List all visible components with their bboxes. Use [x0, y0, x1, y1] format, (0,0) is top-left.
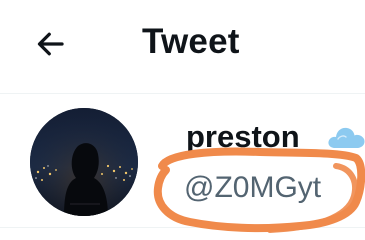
display-name[interactable]: preston — [186, 118, 300, 156]
page-title: Tweet — [142, 22, 240, 61]
avatar[interactable] — [30, 108, 138, 216]
tweet-author-row: preston @Z0MGyt — [0, 94, 365, 240]
user-handle[interactable]: @Z0MGyt — [184, 170, 321, 206]
back-button[interactable] — [26, 20, 74, 68]
cloud-icon — [326, 124, 365, 150]
row-divider — [0, 227, 365, 228]
arrow-left-icon — [32, 26, 68, 62]
header-bar: Tweet — [0, 0, 365, 92]
